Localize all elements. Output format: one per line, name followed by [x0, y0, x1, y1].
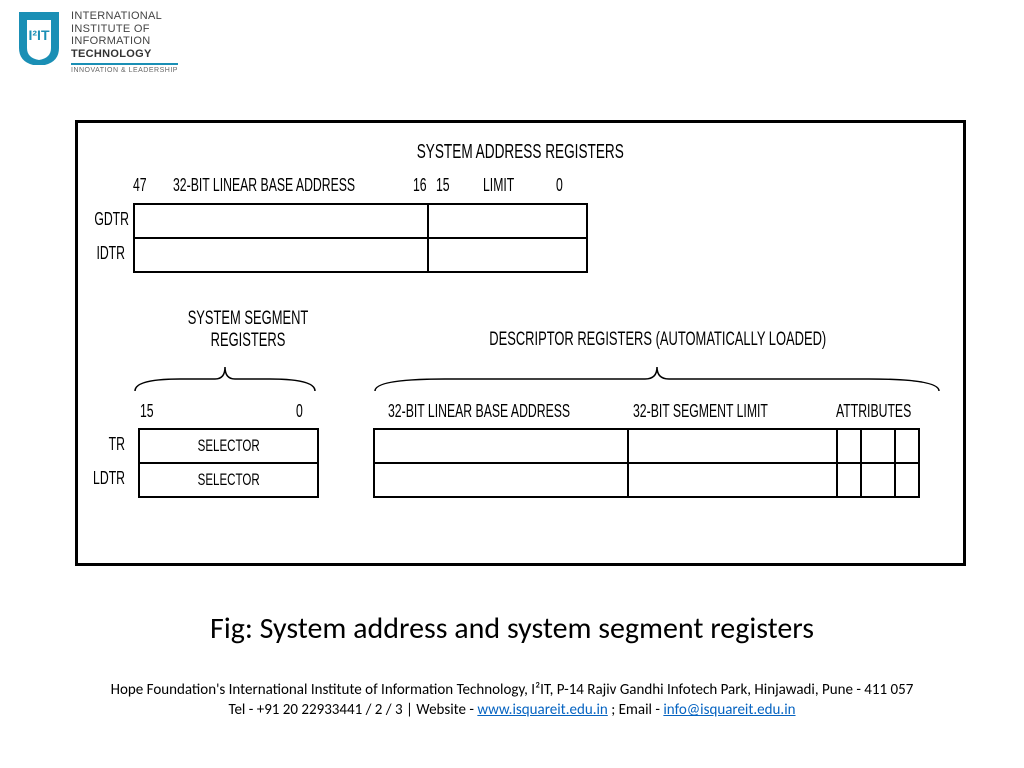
ldtr-selector-row: SELECTOR — [139, 463, 318, 497]
bit-label-16: 16 — [413, 175, 433, 196]
tr-label: TR — [78, 434, 133, 455]
descriptor-registers-table — [373, 428, 920, 498]
idtr-label: IDTR — [78, 243, 133, 264]
segment-limit-header: 32-BIT SEGMENT LIMIT — [633, 401, 831, 422]
footer: Hope Foundation's International Institut… — [0, 680, 1024, 721]
footer-contact: Tel - +91 20 22933441 / 2 / 3 | Website … — [0, 700, 1024, 720]
gdtr-label: GDTR — [78, 209, 133, 230]
base-address-header: 32-BIT LINEAR BASE ADDRESS — [388, 401, 656, 422]
logo-text: INTERNATIONAL INSTITUTE OF INFORMATION T… — [71, 10, 178, 75]
email-link[interactable]: info@isquareit.edu.in — [663, 701, 795, 719]
idtr-row — [134, 238, 587, 272]
limit-label: LIMIT — [483, 175, 529, 196]
website-link[interactable]: www.isquareit.edu.in — [477, 701, 607, 719]
diagram-frame: SYSTEM ADDRESS REGISTERS 47 32-BIT LINEA… — [75, 120, 966, 566]
bit-label-15-bottom: 15 — [140, 401, 160, 422]
ldtr-label: LDTR — [78, 468, 133, 489]
bit-label-15-top: 15 — [436, 175, 456, 196]
svg-text:I²IT: I²IT — [29, 27, 50, 43]
logo-line5: INNOVATION & LEADERSHIP — [71, 67, 178, 75]
base-address-label: 32-BIT LINEAR BASE ADDRESS — [173, 175, 441, 196]
logo-line1: INTERNATIONAL — [71, 10, 178, 23]
bit-label-0-top: 0 — [556, 175, 566, 196]
ldtr-descriptor-row — [374, 463, 919, 497]
attributes-header: ATTRIBUTES — [836, 401, 947, 422]
logo-line2: INSTITUTE OF — [71, 23, 178, 36]
shield-icon: I²IT — [15, 10, 63, 65]
tr-descriptor-row — [374, 429, 919, 463]
system-segment-registers-title: SYSTEM SEGMENT REGISTERS — [148, 308, 348, 352]
brace-icon — [373, 363, 943, 393]
system-segment-registers-table: SELECTOR SELECTOR — [138, 428, 319, 498]
logo-line3: INFORMATION — [71, 35, 178, 48]
footer-address: Hope Foundation's International Institut… — [0, 680, 1024, 700]
system-address-registers-table — [133, 203, 588, 273]
gdtr-row — [134, 204, 587, 238]
figure-caption: Fig: System address and system segment r… — [0, 610, 1024, 647]
institute-logo: I²IT INTERNATIONAL INSTITUTE OF INFORMAT… — [15, 10, 178, 75]
descriptor-registers-title: DESCRIPTOR REGISTERS (AUTOMATICALLY LOAD… — [378, 329, 938, 351]
bit-label-0-bottom: 0 — [296, 401, 306, 422]
system-address-registers-title: SYSTEM ADDRESS REGISTERS — [78, 141, 963, 164]
bit-label-47: 47 — [133, 175, 153, 196]
tr-selector-row: SELECTOR — [139, 429, 318, 463]
brace-icon — [133, 363, 318, 393]
logo-line4: TECHNOLOGY — [71, 48, 178, 65]
